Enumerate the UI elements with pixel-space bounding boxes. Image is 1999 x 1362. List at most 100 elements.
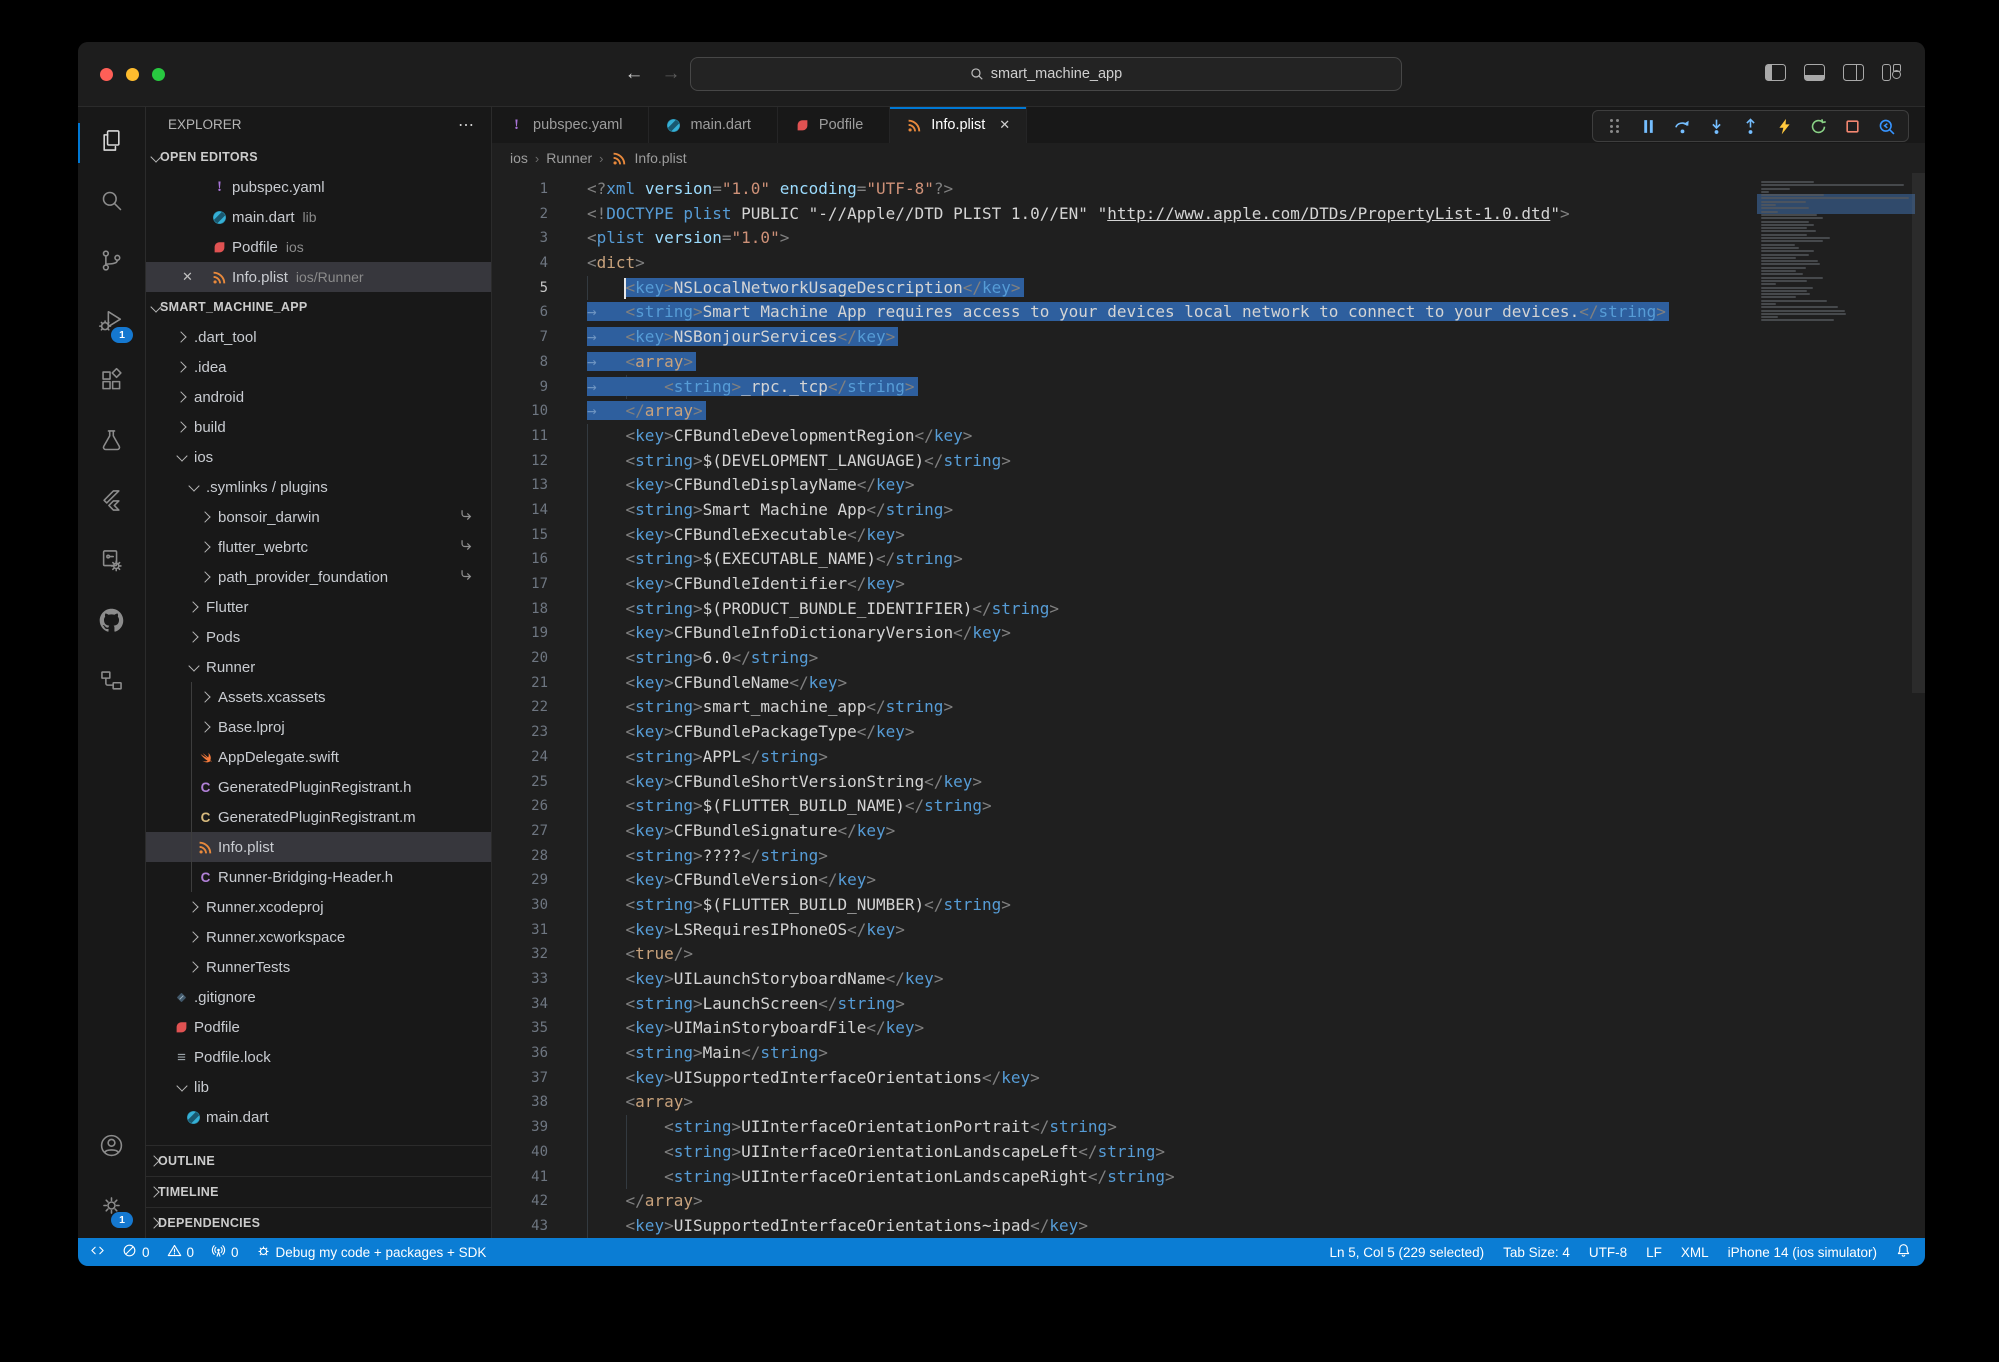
line-number[interactable]: 6: [492, 300, 548, 325]
sidebar-section-outline[interactable]: OUTLINE: [146, 1145, 491, 1176]
line-number[interactable]: 34: [492, 992, 548, 1017]
tab-Info.plist[interactable]: Info.plist✕: [890, 107, 1027, 143]
line-number[interactable]: 16: [492, 547, 548, 572]
code-editor[interactable]: 1<?xml version="1.0" encoding="UTF-8"?>2…: [492, 173, 1925, 1238]
line-number[interactable]: 21: [492, 671, 548, 696]
line-number[interactable]: 23: [492, 720, 548, 745]
tree-item-.idea[interactable]: .idea: [146, 352, 491, 382]
code-line-36[interactable]: 36 <string>Main</string>: [492, 1041, 1925, 1066]
activity-item-accounts[interactable]: [78, 1118, 145, 1178]
tree-item-.dart_tool[interactable]: .dart_tool: [146, 322, 491, 352]
zoom-window-button[interactable]: [152, 68, 165, 81]
status-item[interactable]: Debug my code + packages + SDK: [256, 1243, 487, 1261]
code-line-17[interactable]: 17 <key>CFBundleIdentifier</key>: [492, 572, 1925, 597]
tree-item-main.dart[interactable]: main.dart: [146, 1102, 491, 1132]
line-number[interactable]: 39: [492, 1115, 548, 1140]
status-item[interactable]: 0: [211, 1243, 239, 1261]
activity-item-explorer[interactable]: [78, 113, 145, 173]
open-editors-header[interactable]: OPEN EDITORS: [146, 142, 491, 172]
code-line-29[interactable]: 29 <key>CFBundleVersion</key>: [492, 868, 1925, 893]
code-line-19[interactable]: 19 <key>CFBundleInfoDictionaryVersion</k…: [492, 621, 1925, 646]
step-over-icon[interactable]: [1674, 118, 1691, 135]
code-line-41[interactable]: 41 <string>UIInterfaceOrientationLandsca…: [492, 1165, 1925, 1190]
open-editor-main.dart[interactable]: ✕main.dartlib: [146, 202, 491, 232]
line-number[interactable]: 20: [492, 646, 548, 671]
tree-item-Pods[interactable]: Pods: [146, 622, 491, 652]
breadcrumb-item[interactable]: Runner: [546, 150, 592, 166]
line-number[interactable]: 26: [492, 794, 548, 819]
line-number[interactable]: 25: [492, 770, 548, 795]
open-editor-Info.plist[interactable]: ✕Info.plistios/Runner: [146, 262, 491, 292]
tree-item-Runner-Bridging-Header.h[interactable]: CRunner-Bridging-Header.h: [146, 862, 491, 892]
code-line-32[interactable]: 32 <true/>: [492, 942, 1925, 967]
code-line-10[interactable]: 10→ </array>: [492, 399, 1925, 424]
toggle-secondary-sidebar-icon[interactable]: [1843, 64, 1864, 81]
line-number[interactable]: 33: [492, 967, 548, 992]
code-line-22[interactable]: 22 <string>smart_machine_app</string>: [492, 695, 1925, 720]
tab-pubspec.yaml[interactable]: !pubspec.yaml: [492, 107, 649, 143]
line-number[interactable]: 19: [492, 621, 548, 646]
tree-item-ios[interactable]: ios: [146, 442, 491, 472]
status-item[interactable]: iPhone 14 (ios simulator): [1728, 1245, 1877, 1260]
activity-item-testing[interactable]: [78, 413, 145, 473]
line-number[interactable]: 36: [492, 1041, 548, 1066]
tree-item-Podfile.lock[interactable]: ≡Podfile.lock: [146, 1042, 491, 1072]
open-editor-pubspec.yaml[interactable]: ✕!pubspec.yaml: [146, 172, 491, 202]
line-number[interactable]: 38: [492, 1090, 548, 1115]
line-number[interactable]: 9: [492, 375, 548, 400]
tree-item-lib[interactable]: lib: [146, 1072, 491, 1102]
line-number[interactable]: 31: [492, 918, 548, 943]
line-number[interactable]: 37: [492, 1066, 548, 1091]
customize-layout-icon[interactable]: [1882, 64, 1901, 79]
line-number[interactable]: 14: [492, 498, 548, 523]
code-line-43[interactable]: 43 <key>UISupportedInterfaceOrientations…: [492, 1214, 1925, 1238]
code-line-2[interactable]: 2<!DOCTYPE plist PUBLIC "-//Apple//DTD P…: [492, 202, 1925, 227]
code-line-33[interactable]: 33 <key>UILaunchStoryboardName</key>: [492, 967, 1925, 992]
line-number[interactable]: 5: [492, 276, 548, 301]
forward-icon[interactable]: →: [658, 59, 684, 89]
notifications-bell[interactable]: [1896, 1243, 1911, 1261]
minimap[interactable]: [1761, 181, 1911, 323]
tree-item-.gitignore[interactable]: .gitignore: [146, 982, 491, 1012]
command-center-search[interactable]: smart_machine_app: [690, 57, 1402, 91]
open-editor-Podfile[interactable]: ✕Podfileios: [146, 232, 491, 262]
activity-item-run-debug[interactable]: 1: [78, 293, 145, 353]
tree-item-flutter_webrtc[interactable]: flutter_webrtc: [146, 532, 491, 562]
editor-scrollbar[interactable]: [1912, 173, 1925, 693]
tree-item-Podfile[interactable]: Podfile: [146, 1012, 491, 1042]
tree-item-Runner[interactable]: Runner: [146, 652, 491, 682]
line-number[interactable]: 24: [492, 745, 548, 770]
tree-item-Base.lproj[interactable]: Base.lproj: [146, 712, 491, 742]
tree-item-path_provider_foundation[interactable]: path_provider_foundation: [146, 562, 491, 592]
code-line-15[interactable]: 15 <key>CFBundleExecutable</key>: [492, 523, 1925, 548]
status-item[interactable]: 0: [167, 1243, 195, 1261]
code-line-34[interactable]: 34 <string>LaunchScreen</string>: [492, 992, 1925, 1017]
activity-item-settings[interactable]: 1: [78, 1178, 145, 1238]
status-item[interactable]: Tab Size: 4: [1503, 1245, 1570, 1260]
tree-item-RunnerTests[interactable]: RunnerTests: [146, 952, 491, 982]
line-number[interactable]: 28: [492, 844, 548, 869]
breadcrumb-item[interactable]: Info.plist: [635, 150, 687, 166]
inspect-widget-icon[interactable]: [1878, 118, 1895, 135]
tree-item-AppDelegate.swift[interactable]: AppDelegate.swift: [146, 742, 491, 772]
line-number[interactable]: 10: [492, 399, 548, 424]
code-line-3[interactable]: 3<plist version="1.0">: [492, 226, 1925, 251]
drag-handle-icon[interactable]: [1606, 118, 1623, 135]
restart-icon[interactable]: [1810, 118, 1827, 135]
line-number[interactable]: 2: [492, 202, 548, 227]
sidebar-section-timeline[interactable]: TIMELINE: [146, 1176, 491, 1207]
line-number[interactable]: 30: [492, 893, 548, 918]
code-line-8[interactable]: 8→ <array>: [492, 350, 1925, 375]
status-item[interactable]: LF: [1646, 1245, 1662, 1260]
tree-item-Assets.xcassets[interactable]: Assets.xcassets: [146, 682, 491, 712]
line-number[interactable]: 12: [492, 449, 548, 474]
code-line-1[interactable]: 1<?xml version="1.0" encoding="UTF-8"?>: [492, 177, 1925, 202]
tree-item-build[interactable]: build: [146, 412, 491, 442]
tab-Podfile[interactable]: Podfile: [778, 107, 890, 143]
code-line-24[interactable]: 24 <string>APPL</string>: [492, 745, 1925, 770]
status-item[interactable]: 0: [122, 1243, 150, 1261]
activity-item-search[interactable]: [78, 173, 145, 233]
line-number[interactable]: 32: [492, 942, 548, 967]
line-number[interactable]: 27: [492, 819, 548, 844]
line-number[interactable]: 35: [492, 1016, 548, 1041]
